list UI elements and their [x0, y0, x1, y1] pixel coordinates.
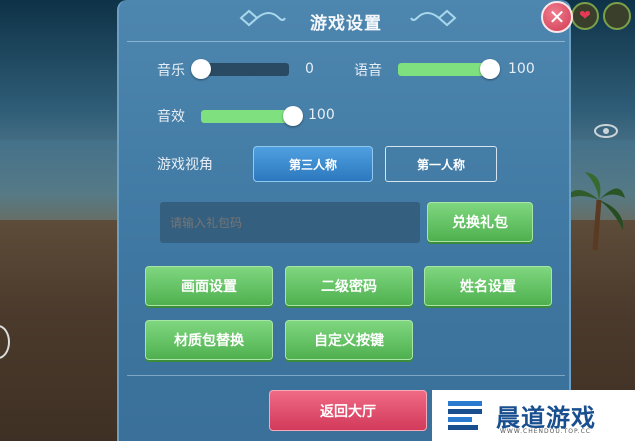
sfx-value: 100 [308, 107, 335, 123]
hud-round-icon[interactable] [603, 2, 631, 30]
brand-logo-icon [448, 400, 482, 430]
voice-value: 100 [508, 61, 535, 77]
third-person-button[interactable]: 第三人称 [253, 146, 373, 182]
hud-icons: ❤ [571, 2, 631, 30]
bottom-divider [127, 375, 565, 376]
palm-tree [565, 172, 625, 250]
name-settings-button[interactable]: 姓名设置 [424, 266, 552, 306]
view-label: 游戏视角 [157, 157, 213, 173]
watermark-url: WWW.CHENDOU.TOP.CC [500, 428, 591, 435]
voice-slider-fill [398, 63, 490, 76]
secondary-password-button[interactable]: 二级密码 [285, 266, 413, 306]
voice-slider-knob[interactable] [480, 59, 500, 79]
sfx-label: 音效 [157, 109, 185, 125]
heart-icon[interactable]: ❤ [571, 2, 599, 30]
music-value: 0 [305, 61, 314, 77]
watermark: 晨道游戏 WWW.CHENDOU.TOP.CC [432, 390, 635, 441]
gift-code-input[interactable] [160, 202, 420, 243]
voice-label: 语音 [354, 63, 382, 79]
title-ornament-right-icon [410, 9, 457, 27]
sfx-slider[interactable] [201, 106, 303, 126]
sfx-slider-knob[interactable] [283, 106, 303, 126]
title-divider [127, 41, 565, 42]
graphics-settings-button[interactable]: 画面设置 [145, 266, 273, 306]
voice-slider[interactable] [398, 59, 500, 79]
custom-keys-button[interactable]: 自定义按键 [285, 320, 413, 360]
music-slider-knob[interactable] [191, 59, 211, 79]
texture-pack-button[interactable]: 材质包替换 [145, 320, 273, 360]
close-button[interactable]: ✕ [541, 1, 573, 33]
redeem-gift-button[interactable]: 兑换礼包 [427, 202, 533, 242]
settings-dialog: 游戏设置 ✕ 音乐 0 语音 100 音效 100 游戏视角 第三人称 第一人称… [117, 0, 573, 441]
music-label: 音乐 [157, 63, 185, 79]
eye-icon[interactable] [593, 122, 619, 140]
return-lobby-button[interactable]: 返回大厅 [269, 390, 427, 431]
sfx-slider-fill [201, 110, 293, 123]
first-person-button[interactable]: 第一人称 [385, 146, 497, 182]
dialog-title: 游戏设置 [310, 13, 382, 34]
close-icon: ✕ [548, 5, 566, 29]
music-slider[interactable] [191, 59, 289, 79]
